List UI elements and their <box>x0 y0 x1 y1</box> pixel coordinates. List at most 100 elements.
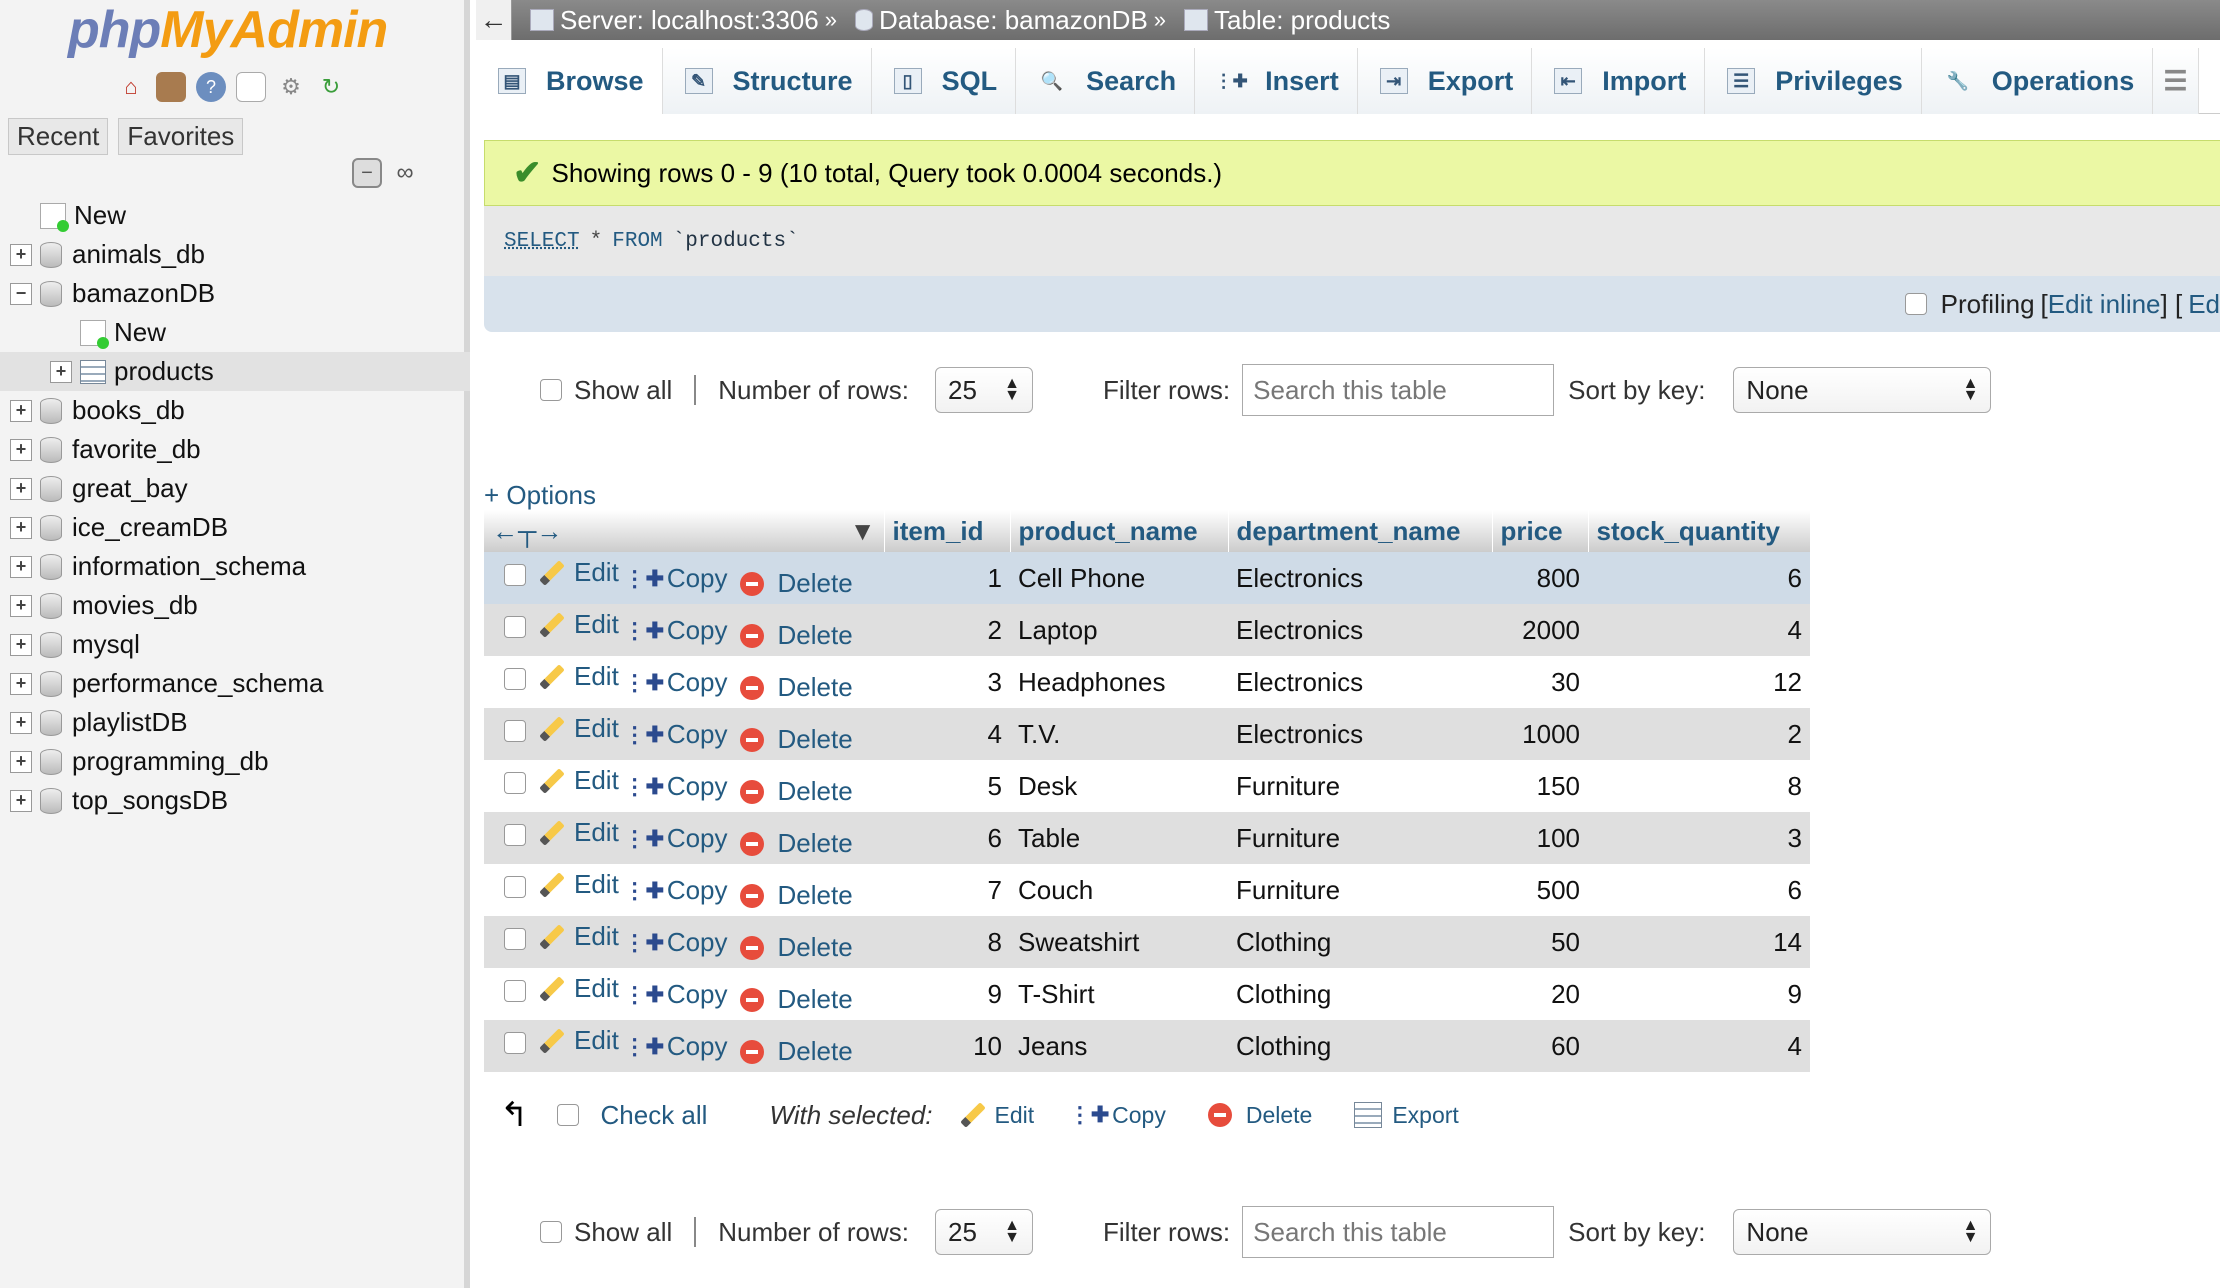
tree-item-great-bay[interactable]: + great_bay <box>0 469 470 508</box>
row-checkbox[interactable] <box>504 563 526 586</box>
edit-row-button[interactable]: Edit <box>538 557 619 588</box>
cell-item-id[interactable]: 7 <box>884 864 1010 916</box>
delete-row-button[interactable]: Delete <box>739 620 853 651</box>
tree-item-bamazondb[interactable]: − bamazonDB <box>0 274 470 313</box>
cell-department-name[interactable]: Clothing <box>1228 916 1492 968</box>
cell-department-name[interactable]: Electronics <box>1228 656 1492 708</box>
column-header-department-name[interactable]: department_name <box>1228 510 1493 552</box>
row-checkbox[interactable] <box>504 979 526 1002</box>
expand-icon[interactable]: + <box>10 555 32 578</box>
collapse-icon[interactable]: − <box>10 282 32 305</box>
cell-stock-quantity[interactable]: 8 <box>1588 760 1810 812</box>
expand-icon[interactable]: + <box>10 399 32 422</box>
options-link[interactable]: + Options <box>484 480 596 511</box>
expand-icon[interactable]: + <box>10 516 32 539</box>
cell-product-name[interactable]: Sweatshirt <box>1010 916 1228 968</box>
breadcrumb-server[interactable]: Server: localhost:3306 » <box>530 5 837 36</box>
link-icon[interactable]: ∞ <box>390 158 420 188</box>
row-checkbox[interactable] <box>504 875 526 898</box>
expand-icon[interactable]: + <box>10 672 32 695</box>
resize-columns-icon[interactable]: ←┬→ <box>492 516 562 546</box>
cell-item-id[interactable]: 2 <box>884 604 1010 656</box>
cell-stock-quantity[interactable]: 6 <box>1588 864 1810 916</box>
reload-icon[interactable]: ↻ <box>316 72 346 102</box>
tree-item-performance-schema[interactable]: + performance_schema <box>0 664 470 703</box>
copy-row-button[interactable]: ⋮✚ Copy <box>624 927 728 958</box>
edit-row-button[interactable]: Edit <box>538 661 619 692</box>
expand-icon[interactable]: + <box>10 243 32 266</box>
row-checkbox[interactable] <box>504 823 526 846</box>
tab-search[interactable]: 🔍 Search <box>1016 48 1196 114</box>
cell-item-id[interactable]: 10 <box>884 1020 1010 1072</box>
home-icon[interactable]: ⌂ <box>116 72 146 102</box>
table-row[interactable]: Edit ⋮✚ Copy Delete 6 Table Furniture 100 3 <box>484 812 1810 864</box>
delete-row-button[interactable]: Delete <box>739 984 853 1015</box>
column-header-stock-quantity[interactable]: stock_quantity <box>1588 510 1811 552</box>
copy-row-button[interactable]: ⋮✚ Copy <box>624 771 728 802</box>
row-checkbox[interactable] <box>504 667 526 690</box>
cell-price[interactable]: 100 <box>1492 812 1588 864</box>
cell-product-name[interactable]: Headphones <box>1010 656 1228 708</box>
show-all-checkbox[interactable] <box>540 379 562 401</box>
delete-row-button[interactable]: Delete <box>739 880 853 911</box>
copy-row-button[interactable]: ⋮✚ Copy <box>624 1031 728 1062</box>
cell-price[interactable]: 2000 <box>1492 604 1588 656</box>
cell-stock-quantity[interactable]: 4 <box>1588 1020 1810 1072</box>
cell-item-id[interactable]: 3 <box>884 656 1010 708</box>
delete-row-button[interactable]: Delete <box>739 568 853 599</box>
expand-icon[interactable]: + <box>10 633 32 656</box>
tree-item-information-schema[interactable]: + information_schema <box>0 547 470 586</box>
sort-by-key-select[interactable]: None ▲ ▼ <box>1733 367 1992 413</box>
filter-rows-input[interactable]: Search this table <box>1242 364 1555 416</box>
tree-item-favorite-db[interactable]: + favorite_db <box>0 430 470 469</box>
cell-department-name[interactable]: Electronics <box>1228 552 1492 604</box>
delete-row-button[interactable]: Delete <box>739 932 853 963</box>
back-arrow-icon[interactable]: ← <box>476 0 512 40</box>
cell-department-name[interactable]: Furniture <box>1228 812 1492 864</box>
row-checkbox[interactable] <box>504 771 526 794</box>
cell-stock-quantity[interactable]: 9 <box>1588 968 1810 1020</box>
collapse-all-icon[interactable]: − <box>352 158 382 188</box>
sql-keyword-select[interactable]: SELECT <box>504 230 580 253</box>
tree-item-movies-db[interactable]: + movies_db <box>0 586 470 625</box>
tree-item-programming-db[interactable]: + programming_db <box>0 742 470 781</box>
cell-product-name[interactable]: Table <box>1010 812 1228 864</box>
breadcrumb-database[interactable]: Database: bamazonDB » <box>854 5 1166 36</box>
cell-stock-quantity[interactable]: 4 <box>1588 604 1810 656</box>
tab-structure[interactable]: ✎ Structure <box>662 48 872 114</box>
cell-stock-quantity[interactable]: 3 <box>1588 812 1810 864</box>
expand-icon[interactable]: + <box>10 711 32 734</box>
table-row[interactable]: Edit ⋮✚ Copy Delete 9 T-Shirt Clothing 20 9 <box>484 968 1810 1020</box>
cell-price[interactable]: 20 <box>1492 968 1588 1020</box>
breadcrumb-table[interactable]: Table: products <box>1184 5 1390 36</box>
cell-price[interactable]: 30 <box>1492 656 1588 708</box>
tree-item-mysql[interactable]: + mysql <box>0 625 470 664</box>
edit-inline-link[interactable]: Edit inline <box>2048 289 2161 320</box>
row-checkbox[interactable] <box>504 719 526 742</box>
tab-sql[interactable]: ▯ SQL <box>871 48 1017 114</box>
rows-select[interactable]: 25 ▲ ▼ <box>935 367 1034 413</box>
bulk-edit-button[interactable]: Edit <box>959 1102 1035 1129</box>
help-icon[interactable]: ? <box>196 72 226 102</box>
table-row[interactable]: Edit ⋮✚ Copy Delete 4 T.V. Electronics 1000 2 <box>484 708 1810 760</box>
copy-row-button[interactable]: ⋮✚ Copy <box>624 979 728 1010</box>
column-header-price[interactable]: price <box>1492 510 1589 552</box>
cell-department-name[interactable]: Clothing <box>1228 1020 1492 1072</box>
tab-operations[interactable]: 🔧 Operations <box>1921 48 2154 114</box>
filter-rows-input[interactable]: Search this table <box>1242 1206 1555 1258</box>
show-all-checkbox[interactable] <box>540 1221 562 1243</box>
cell-price[interactable]: 500 <box>1492 864 1588 916</box>
edit-row-button[interactable]: Edit <box>538 713 619 744</box>
row-checkbox[interactable] <box>504 1031 526 1054</box>
cell-price[interactable]: 800 <box>1492 552 1588 604</box>
docs-icon[interactable] <box>236 72 266 102</box>
row-checkbox[interactable] <box>504 615 526 638</box>
cell-product-name[interactable]: Laptop <box>1010 604 1228 656</box>
expand-icon[interactable]: + <box>10 594 32 617</box>
cell-stock-quantity[interactable]: 12 <box>1588 656 1810 708</box>
copy-row-button[interactable]: ⋮✚ Copy <box>624 615 728 646</box>
copy-row-button[interactable]: ⋮✚ Copy <box>624 667 728 698</box>
copy-row-button[interactable]: ⋮✚ Copy <box>624 823 728 854</box>
edit-row-button[interactable]: Edit <box>538 817 619 848</box>
cell-department-name[interactable]: Electronics <box>1228 604 1492 656</box>
